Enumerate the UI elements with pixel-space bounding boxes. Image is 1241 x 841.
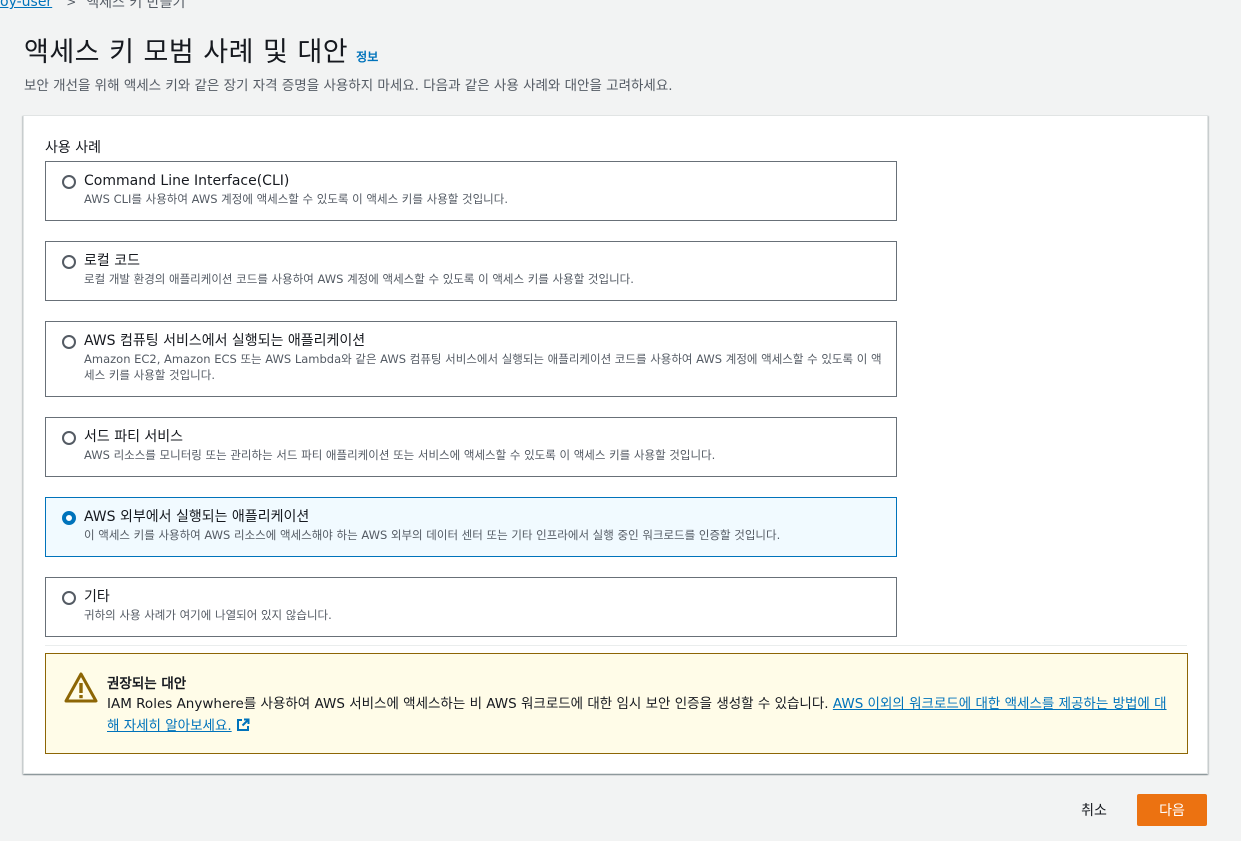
option-description: AWS CLI를 사용하여 AWS 계정에 액세스할 수 있도록 이 액세스 키… bbox=[84, 192, 508, 206]
chevron-right-icon: > bbox=[66, 0, 77, 9]
radio-button[interactable] bbox=[62, 175, 76, 189]
breadcrumb-user-link[interactable]: oy-user bbox=[0, 0, 52, 10]
use-case-option-local-code[interactable]: 로컬 코드 로컬 개발 환경의 애플리케이션 코드를 사용하여 AWS 계정에 … bbox=[45, 241, 897, 301]
use-case-option-other[interactable]: 기타 귀하의 사용 사례가 여기에 나열되어 있지 않습니다. bbox=[45, 577, 897, 637]
use-case-option-outside-aws[interactable]: AWS 외부에서 실행되는 애플리케이션 이 액세스 키를 사용하여 AWS 리… bbox=[45, 497, 897, 557]
breadcrumb: oy-user > 액세스 키 만들기 bbox=[0, 0, 186, 11]
next-button[interactable]: 다음 bbox=[1137, 794, 1207, 826]
option-description: 이 액세스 키를 사용하여 AWS 리소스에 액세스해야 하는 AWS 외부의 … bbox=[84, 528, 781, 542]
option-description: Amazon EC2, Amazon ECS 또는 AWS Lambda와 같은… bbox=[84, 352, 882, 382]
recommended-alternative-alert: 권장되는 대안 IAM Roles Anywhere를 사용하여 AWS 서비스… bbox=[45, 653, 1188, 754]
cancel-button[interactable]: 취소 bbox=[1071, 794, 1117, 826]
option-title: Command Line Interface(CLI) bbox=[84, 173, 290, 189]
external-link-icon[interactable] bbox=[236, 718, 250, 732]
radio-button[interactable] bbox=[62, 591, 76, 605]
option-description: AWS 리소스를 모니터링 또는 관리하는 서드 파티 애플리케이션 또는 서비… bbox=[84, 448, 716, 462]
use-case-label: 사용 사례 bbox=[45, 140, 101, 156]
alert-body: IAM Roles Anywhere를 사용하여 AWS 서비스에 액세스하는 … bbox=[107, 693, 1167, 737]
radio-button[interactable] bbox=[62, 335, 76, 349]
use-case-container: 사용 사례 Command Line Interface(CLI) AWS CL… bbox=[23, 115, 1208, 774]
option-description: 귀하의 사용 사례가 여기에 나열되어 있지 않습니다. bbox=[84, 608, 332, 622]
breadcrumb-current: 액세스 키 만들기 bbox=[86, 0, 186, 11]
use-case-option-cli[interactable]: Command Line Interface(CLI) AWS CLI를 사용하… bbox=[45, 161, 897, 221]
option-description: 로컬 개발 환경의 애플리케이션 코드를 사용하여 AWS 계정에 액세스할 수… bbox=[84, 272, 634, 286]
option-title: AWS 컴퓨팅 서비스에서 실행되는 애플리케이션 bbox=[84, 333, 366, 349]
warning-icon bbox=[64, 672, 98, 703]
radio-button[interactable] bbox=[62, 431, 76, 445]
use-case-option-compute-service[interactable]: AWS 컴퓨팅 서비스에서 실행되는 애플리케이션 Amazon EC2, Am… bbox=[45, 321, 897, 397]
page-description: 보안 개선을 위해 액세스 키와 같은 장기 자격 증명을 사용하지 마세요. … bbox=[24, 78, 673, 94]
option-title: 기타 bbox=[84, 589, 110, 605]
page-title: 액세스 키 모범 사례 및 대안 bbox=[24, 37, 349, 68]
alert-body-text: IAM Roles Anywhere를 사용하여 AWS 서비스에 액세스하는 … bbox=[107, 696, 833, 712]
divider bbox=[45, 645, 1187, 646]
radio-button[interactable] bbox=[62, 255, 76, 269]
radio-button-selected[interactable] bbox=[62, 511, 76, 525]
option-title: 서드 파티 서비스 bbox=[84, 429, 184, 445]
option-title: 로컬 코드 bbox=[84, 253, 140, 269]
use-case-option-third-party[interactable]: 서드 파티 서비스 AWS 리소스를 모니터링 또는 관리하는 서드 파티 애플… bbox=[45, 417, 897, 477]
info-link[interactable]: 정보 bbox=[356, 48, 378, 65]
option-title: AWS 외부에서 실행되는 애플리케이션 bbox=[84, 509, 310, 525]
page-header: 액세스 키 모범 사례 및 대안 정보 bbox=[24, 30, 378, 69]
alert-title: 권장되는 대안 bbox=[107, 676, 187, 692]
